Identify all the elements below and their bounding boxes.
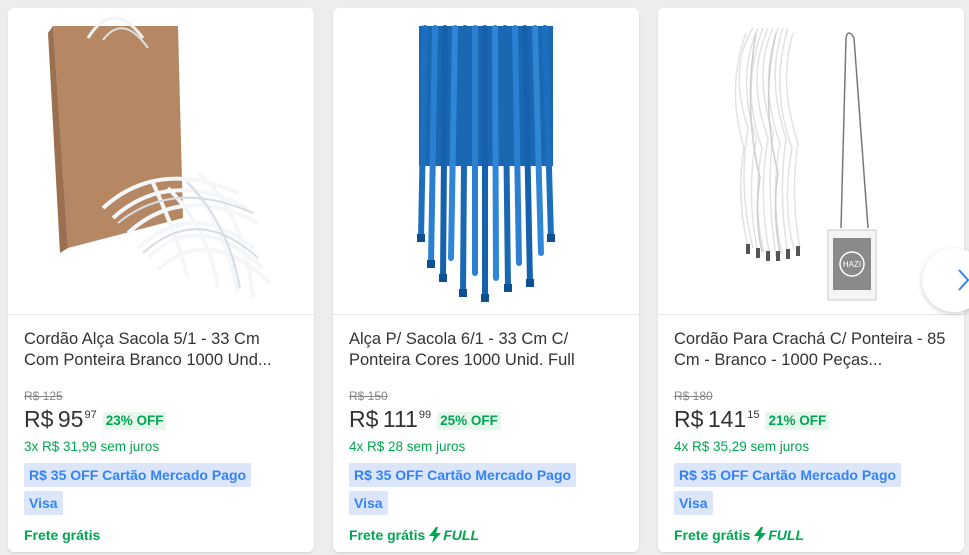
lightning-bolt-icon <box>429 527 442 543</box>
installments-text: 3x R$ 31,99 sem juros <box>24 439 160 454</box>
installments-text: 4x R$ 28 sem juros <box>349 439 466 454</box>
product-title[interactable]: Cordão Para Crachá C/ Ponteira - 85 Cm -… <box>674 329 948 371</box>
promo-text: R$ 35 OFF Cartão Mercado Pago <box>349 463 577 487</box>
product-card-1[interactable]: Cordão Alça Sacola 5/1 - 33 Cm Com Ponte… <box>8 8 314 552</box>
price-integer: 141 <box>707 406 747 432</box>
price-integer: 95 <box>57 406 84 432</box>
full-badge: FULL <box>429 527 479 543</box>
current-price: R$ 95 97 23% OFF <box>24 405 298 433</box>
shipping-text: Frete grátis <box>674 527 751 543</box>
current-price: R$ 141 15 21% OFF <box>674 405 948 433</box>
promo-text: R$ 35 OFF Cartão Mercado Pago <box>24 463 252 487</box>
price-integer: 111 <box>382 406 418 432</box>
original-price: R$ 180 <box>674 389 713 403</box>
price-currency: R$ <box>349 406 379 432</box>
full-label: FULL <box>768 527 805 543</box>
promo-card-brand: Visa <box>24 491 63 515</box>
promo-badge: R$ 35 OFF Cartão Mercado Pago Visa <box>349 463 623 519</box>
promo-text: R$ 35 OFF Cartão Mercado Pago <box>674 463 902 487</box>
price-cents: 97 <box>84 409 97 421</box>
price-cents: 15 <box>747 409 760 421</box>
original-price: R$ 150 <box>349 389 388 403</box>
promo-badge: R$ 35 OFF Cartão Mercado Pago Visa <box>24 463 298 519</box>
original-price: R$ 125 <box>24 389 63 403</box>
chevron-right-icon <box>958 269 969 291</box>
promo-badge: R$ 35 OFF Cartão Mercado Pago Visa <box>674 463 948 519</box>
product-card-3[interactable]: HAZI Cordão Para Crachá C/ Ponteira - 85… <box>658 8 964 552</box>
installments-text: 4x R$ 35,29 sem juros <box>674 439 810 454</box>
current-price: R$ 111 99 25% OFF <box>349 405 623 433</box>
lightning-bolt-icon <box>754 527 767 543</box>
product-title[interactable]: Alça P/ Sacola 6/1 - 33 Cm C/ Ponteira C… <box>349 329 623 371</box>
badge-lanyard-image: HAZI <box>734 27 877 301</box>
badge-logo-text: HAZI <box>843 260 861 269</box>
product-title[interactable]: Cordão Alça Sacola 5/1 - 33 Cm Com Ponte… <box>24 329 298 371</box>
carousel-next-button[interactable] <box>922 248 969 312</box>
promo-card-brand: Visa <box>349 491 388 515</box>
discount-badge: 21% OFF <box>765 412 830 430</box>
shipping-text: Frete grátis <box>349 527 426 543</box>
free-shipping-label: Frete grátis <box>24 527 298 543</box>
product-image-2[interactable] <box>333 8 639 315</box>
price-cents: 99 <box>418 409 432 421</box>
price-currency: R$ <box>24 406 54 432</box>
full-badge: FULL <box>754 527 804 543</box>
blue-cords-image <box>417 25 555 302</box>
full-label: FULL <box>443 527 480 543</box>
bag-with-cords-image <box>48 16 272 299</box>
product-image-3[interactable]: HAZI <box>658 8 964 315</box>
price-currency: R$ <box>674 406 704 432</box>
product-card-2[interactable]: Alça P/ Sacola 6/1 - 33 Cm C/ Ponteira C… <box>333 8 639 552</box>
shipping-text: Frete grátis <box>24 527 101 543</box>
product-image-1[interactable] <box>8 8 314 315</box>
free-shipping-label: Frete grátis FULL <box>674 527 948 543</box>
free-shipping-label: Frete grátis FULL <box>349 527 623 543</box>
promo-card-brand: Visa <box>674 491 713 515</box>
discount-badge: 25% OFF <box>437 412 501 430</box>
discount-badge: 23% OFF <box>102 412 167 430</box>
